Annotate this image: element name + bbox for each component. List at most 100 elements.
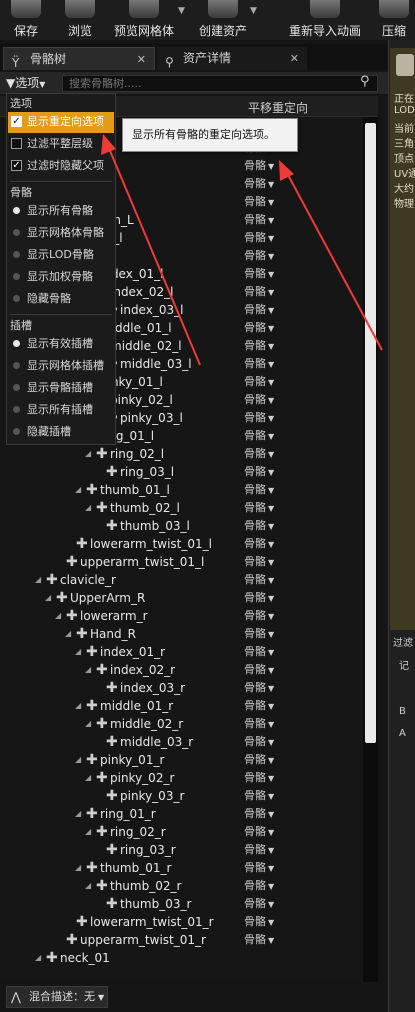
expander-arrow-icon[interactable]: ◢: [85, 823, 91, 841]
checkbox[interactable]: [11, 138, 22, 149]
tab-skeleton-tree[interactable]: Ÿ 骨骼树 ✕: [3, 47, 155, 70]
tree-row[interactable]: ◢ ✚ UpperArm_R 骨骼 ▼: [0, 589, 363, 607]
retarget-mode-dropdown[interactable]: 骨骼▼: [244, 877, 274, 896]
tree-row[interactable]: ✚ pinky_03_r 骨骼 ▼: [0, 787, 363, 805]
menu-item-show-all-bones[interactable]: 显示所有骨骼: [8, 201, 114, 222]
tree-row[interactable]: ◢ ✚ thumb_01_r 骨骼 ▼: [0, 859, 363, 877]
retarget-mode-dropdown[interactable]: 骨骼▼: [244, 499, 274, 518]
expander-arrow-icon[interactable]: ◢: [85, 661, 91, 679]
retarget-mode-dropdown[interactable]: 骨骼▼: [244, 553, 274, 572]
menu-item-hide-sockets[interactable]: 隐藏插槽: [8, 422, 114, 443]
tree-row[interactable]: ✚ middle_03_r 骨骼 ▼: [0, 733, 363, 751]
tree-row[interactable]: ◢ ✚ index_02_r 骨骼 ▼: [0, 661, 363, 679]
retarget-mode-dropdown[interactable]: 骨骼▼: [244, 481, 274, 500]
viewport-menu-button[interactable]: [396, 54, 414, 76]
expander-arrow-icon[interactable]: ◢: [75, 751, 81, 769]
expander-arrow-icon[interactable]: ◢: [65, 625, 71, 643]
radio-button[interactable]: [13, 406, 20, 413]
menu-item-show-mesh-bones[interactable]: 显示网格体骨骼: [8, 223, 114, 244]
expander-arrow-icon[interactable]: ◢: [75, 859, 81, 877]
retarget-mode-dropdown[interactable]: 骨骼▼: [244, 535, 274, 554]
retarget-mode-dropdown[interactable]: 骨骼▼: [244, 697, 274, 716]
retarget-mode-dropdown[interactable]: 骨骼▼: [244, 625, 274, 644]
tree-row[interactable]: ◢ ✚ pinky_02_r 骨骼 ▼: [0, 769, 363, 787]
radio-button[interactable]: [13, 428, 20, 435]
tree-row[interactable]: ✚ upperarm_twist_01_l 骨骼 ▼: [0, 553, 363, 571]
menu-item-show-mesh-sockets[interactable]: 显示网格体插槽: [8, 356, 114, 377]
retarget-mode-dropdown[interactable]: 骨骼▼: [244, 517, 274, 536]
retarget-mode-dropdown[interactable]: 骨骼▼: [244, 193, 274, 212]
retarget-mode-dropdown[interactable]: 骨骼▼: [244, 823, 274, 842]
retarget-mode-dropdown[interactable]: 骨骼▼: [244, 247, 274, 266]
retarget-column-header[interactable]: 平移重定向: [248, 99, 308, 116]
menu-item-show-lod-bones[interactable]: 显示LOD骨骼: [8, 245, 114, 266]
expander-arrow-icon[interactable]: ◢: [85, 877, 91, 895]
menu-item-show-retarget-options[interactable]: ✓ 显示重定向选项: [8, 112, 114, 133]
tree-row[interactable]: ✚ index_03_r 骨骼 ▼: [0, 679, 363, 697]
tree-row[interactable]: ◢ ✚ neck_01: [0, 949, 363, 967]
retarget-mode-dropdown[interactable]: 骨骼▼: [244, 679, 274, 698]
tree-scrollbar[interactable]: [363, 117, 378, 982]
tree-row[interactable]: ◢ ✚ ring_01_r 骨骼 ▼: [0, 805, 363, 823]
search-input[interactable]: [62, 75, 378, 92]
browse-button[interactable]: 浏览: [60, 0, 100, 40]
menu-item-hide-parents-when-filtering[interactable]: ✓ 过滤时隐藏父项: [8, 156, 114, 177]
preview-mesh-dropdown-icon[interactable]: ▼: [178, 6, 185, 16]
retarget-mode-dropdown[interactable]: 骨骼▼: [244, 211, 274, 230]
retarget-mode-dropdown[interactable]: 骨骼▼: [244, 445, 274, 464]
tree-row[interactable]: ✚ thumb_03_r 骨骼 ▼: [0, 895, 363, 913]
save-button[interactable]: 保存: [6, 0, 46, 40]
retarget-mode-dropdown[interactable]: 骨骼▼: [244, 859, 274, 878]
retarget-mode-dropdown[interactable]: 骨骼▼: [244, 373, 274, 392]
tree-row[interactable]: ✚ thumb_03_l 骨骼 ▼: [0, 517, 363, 535]
tree-row[interactable]: ◢ ✚ lowerarm_r 骨骼 ▼: [0, 607, 363, 625]
create-asset-button[interactable]: 创建资产: [196, 0, 250, 40]
radio-button[interactable]: [13, 295, 20, 302]
expander-arrow-icon[interactable]: ◢: [75, 805, 81, 823]
tree-row[interactable]: ◢ ✚ thumb_02_l 骨骼 ▼: [0, 499, 363, 517]
retarget-mode-dropdown[interactable]: 骨骼▼: [244, 931, 274, 950]
menu-item-show-all-sockets[interactable]: 显示所有插槽: [8, 400, 114, 421]
radio-button[interactable]: [13, 362, 20, 369]
retarget-mode-dropdown[interactable]: 骨骼▼: [244, 589, 274, 608]
radio-button[interactable]: [13, 251, 20, 258]
search-icon[interactable]: ⚲: [360, 74, 370, 89]
tree-row[interactable]: ◢ ✚ middle_02_r 骨骼 ▼: [0, 715, 363, 733]
menu-item-hide-bones[interactable]: 隐藏骨骼: [8, 289, 114, 310]
expander-arrow-icon[interactable]: ◢: [75, 481, 81, 499]
expander-arrow-icon[interactable]: ◢: [75, 643, 81, 661]
expander-arrow-icon[interactable]: ◢: [85, 715, 91, 733]
tree-row[interactable]: ◢ ✚ Hand_R 骨骼 ▼: [0, 625, 363, 643]
retarget-mode-dropdown[interactable]: 骨骼▼: [244, 733, 274, 752]
retarget-mode-dropdown[interactable]: 骨骼▼: [244, 319, 274, 338]
tree-row[interactable]: ◢ ✚ pinky_01_r 骨骼 ▼: [0, 751, 363, 769]
retarget-mode-dropdown[interactable]: 骨骼▼: [244, 913, 274, 932]
retarget-mode-dropdown[interactable]: 骨骼▼: [244, 355, 274, 374]
retarget-mode-dropdown[interactable]: 骨骼▼: [244, 643, 274, 662]
menu-item-show-weighted-bones[interactable]: 显示加权骨骼: [8, 267, 114, 288]
retarget-mode-dropdown[interactable]: 骨骼▼: [244, 769, 274, 788]
radio-button[interactable]: [13, 273, 20, 280]
radio-button[interactable]: [13, 384, 20, 391]
retarget-mode-dropdown[interactable]: 骨骼▼: [244, 427, 274, 446]
blend-profile-dropdown[interactable]: ⋀ 混合描述：无 ▼: [6, 986, 108, 1008]
scrollbar-thumb[interactable]: [365, 123, 376, 743]
reimport-animation-button[interactable]: 重新导入动画: [287, 0, 363, 40]
radio-button[interactable]: [13, 229, 20, 236]
tree-row[interactable]: ◢ ✚ thumb_02_r 骨骼 ▼: [0, 877, 363, 895]
expander-arrow-icon[interactable]: ◢: [55, 607, 61, 625]
retarget-mode-dropdown[interactable]: 骨骼▼: [244, 841, 274, 860]
retarget-mode-dropdown[interactable]: 骨骼▼: [244, 607, 274, 626]
tree-row[interactable]: ◢ ✚ thumb_01_l 骨骼 ▼: [0, 481, 363, 499]
tree-row[interactable]: ✚ lowerarm_twist_01_r 骨骼 ▼: [0, 913, 363, 931]
retarget-mode-dropdown[interactable]: 骨骼▼: [244, 463, 274, 482]
checkbox[interactable]: ✓: [11, 160, 22, 171]
retarget-mode-dropdown[interactable]: 骨骼▼: [244, 715, 274, 734]
compress-button[interactable]: 压缩: [378, 0, 410, 40]
retarget-mode-dropdown[interactable]: 骨骼▼: [244, 157, 274, 176]
menu-item-show-skeleton-sockets[interactable]: 显示骨骼插槽: [8, 378, 114, 399]
viewport[interactable]: 正在 LOD 当前 三角 顶点 UV通 大约 物理: [390, 48, 415, 630]
retarget-mode-dropdown[interactable]: 骨骼▼: [244, 175, 274, 194]
tree-row[interactable]: ◢ ✚ ring_02_l 骨骼 ▼: [0, 445, 363, 463]
retarget-mode-dropdown[interactable]: 骨骼▼: [244, 571, 274, 590]
